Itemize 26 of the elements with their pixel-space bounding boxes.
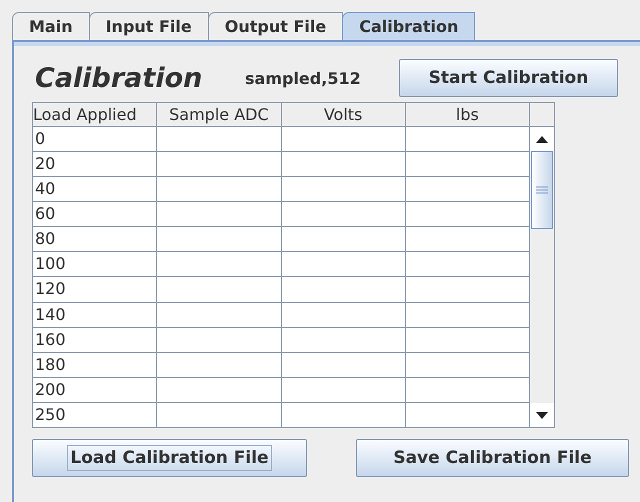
save-file-button[interactable]: Save Calibration File <box>356 439 629 477</box>
column-header[interactable]: Load Applied <box>32 102 157 127</box>
scroll-up-icon[interactable] <box>536 136 548 142</box>
tab[interactable]: Calibration <box>342 12 476 40</box>
table-cell: 60 <box>32 202 157 227</box>
column-header[interactable]: Volts <box>281 102 406 127</box>
table-cell: 200 <box>32 377 157 402</box>
scrollbar-thumb[interactable] <box>531 151 553 229</box>
table-cell: 120 <box>32 276 157 302</box>
scroll-down-icon[interactable] <box>536 412 548 418</box>
table-cell: 140 <box>32 302 157 328</box>
column-header[interactable]: lbs <box>405 102 530 127</box>
table-cell: 100 <box>32 252 157 277</box>
table-cell: 180 <box>32 352 157 378</box>
table-cell: 80 <box>32 226 157 252</box>
section-title: Calibration <box>34 62 204 94</box>
column-header[interactable]: Sample ADC <box>156 102 281 127</box>
start-calibration-button[interactable]: Start Calibration <box>399 59 618 97</box>
tab[interactable]: Main <box>12 12 90 40</box>
table-cell: 20 <box>32 152 157 177</box>
status-text: sampled,512 <box>245 68 362 88</box>
table-cell: 40 <box>32 176 157 202</box>
table-cell: 160 <box>32 327 157 352</box>
load-file-button[interactable]: Load Calibration File <box>32 439 307 477</box>
table-cell: 250 <box>32 402 157 428</box>
table-cell: 0 <box>32 126 157 152</box>
